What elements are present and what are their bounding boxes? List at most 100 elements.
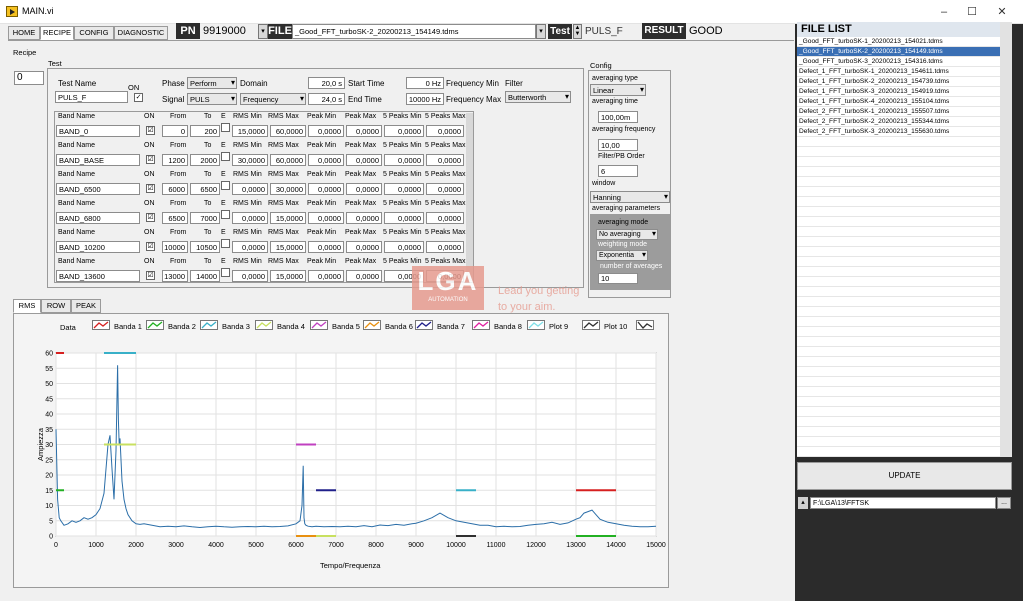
band-name-input[interactable]: BAND_0 [56,125,140,137]
file-dropdown-arrow[interactable]: ▾ [258,24,268,39]
file-list-item[interactable]: Defect_1_FFT_turboSK-1_20200213_154611.t… [797,67,1000,77]
file-list-empty-row[interactable] [797,307,1000,317]
band-peak-min-input[interactable]: 0,0000 [308,125,344,137]
minimize-button[interactable]: – [934,4,954,20]
tab-diagnostic[interactable]: DIAGNOSTIC [114,26,168,40]
file-list-empty-row[interactable] [797,387,1000,397]
band-e-checkbox[interactable] [221,210,230,219]
band-peaks-max-input[interactable]: 0,0000 [426,183,464,195]
filter-order-input[interactable]: 6 [598,165,638,177]
tab-config[interactable]: CONFIG [74,26,114,40]
band-on-checkbox[interactable]: ☑ [146,271,155,280]
band-rms-max-input[interactable]: 30,0000 [270,183,306,195]
band-to-input[interactable]: 6500 [190,183,220,195]
avg-type-dropdown[interactable]: Linear [590,84,646,96]
band-rms-min-input[interactable]: 0,0000 [232,212,268,224]
band-peaks-min-input[interactable]: 0,0000 [384,125,424,137]
band-on-checkbox[interactable]: ☑ [146,155,155,164]
file-list-empty-row[interactable] [797,247,1000,257]
file-list-empty-row[interactable] [797,367,1000,377]
file-list-empty-row[interactable] [797,437,1000,447]
band-e-checkbox[interactable] [221,239,230,248]
file-list-empty-row[interactable] [797,197,1000,207]
legend-swatch-10[interactable] [582,320,600,330]
filter-dropdown[interactable]: Butterworth [505,91,571,103]
file-list-scrollbar[interactable] [1000,22,1012,457]
legend-swatch-5[interactable] [310,320,328,330]
band-from-input[interactable]: 6000 [162,183,188,195]
file-list-empty-row[interactable] [797,267,1000,277]
band-peak-max-input[interactable]: 0,0000 [346,154,382,166]
band-peak-max-input[interactable]: 0,0000 [346,212,382,224]
tab-recipe[interactable]: RECIPE [40,26,74,40]
band-rms-max-input[interactable]: 60,0000 [270,125,306,137]
maximize-button[interactable]: ☐ [962,4,982,20]
band-on-checkbox[interactable]: ☑ [146,126,155,135]
file-list-item[interactable]: Defect_2_FFT_turboSK-1_20200213_155507.t… [797,107,1000,117]
band-to-input[interactable]: 2000 [190,154,220,166]
file-list-empty-row[interactable] [797,157,1000,167]
band-rms-max-input[interactable]: 15,0000 [270,212,306,224]
band-peak-min-input[interactable]: 0,0000 [308,270,344,282]
band-rms-max-input[interactable]: 15,0000 [270,241,306,253]
band-peaks-max-input[interactable]: 0,0000 [426,125,464,137]
path-input[interactable]: F:\LGA\13\FFTSK [810,497,996,509]
file-list-empty-row[interactable] [797,287,1000,297]
rms-chart[interactable]: 0 1000 2000 3000 4000 5000 6000 7000 8000 9000 100… [13,340,669,572]
band-rms-min-input[interactable]: 30,0000 [232,154,268,166]
file-list-empty-row[interactable] [797,177,1000,187]
avg-time-input[interactable]: 100,00m [598,111,638,123]
band-on-checkbox[interactable]: ☑ [146,213,155,222]
band-to-input[interactable]: 14000 [190,270,220,282]
legend-swatch-2[interactable] [146,320,164,330]
file-list-empty-row[interactable] [797,447,1000,457]
time-value-1[interactable]: 20,0 s [308,77,345,89]
band-to-input[interactable]: 10500 [190,241,220,253]
legend-swatch-6[interactable] [363,320,381,330]
file-list-item[interactable]: _Good_FFT_turboSK-3_20200213_154316.tdms [797,57,1000,67]
legend-swatch-1[interactable] [92,320,110,330]
update-button[interactable]: UPDATE [797,462,1012,490]
file-list-empty-row[interactable] [797,427,1000,437]
band-e-checkbox[interactable] [221,123,230,132]
file-list-empty-row[interactable] [797,347,1000,357]
path-browse-button[interactable]: ... [997,497,1011,509]
band-rms-min-input[interactable]: 15,0000 [232,125,268,137]
file-list-item[interactable]: Defect_1_FFT_turboSK-4_20200213_155104.t… [797,97,1000,107]
band-on-checkbox[interactable]: ☑ [146,184,155,193]
band-on-checkbox[interactable]: ☑ [146,242,155,251]
num-avg-input[interactable]: 10 [598,273,638,284]
test-name-input[interactable]: PULS_F [55,91,128,103]
band-from-input[interactable]: 1200 [162,154,188,166]
file-list-empty-row[interactable] [797,377,1000,387]
file-list-empty-row[interactable] [797,187,1000,197]
band-from-input[interactable]: 6500 [162,212,188,224]
band-peak-min-input[interactable]: 0,0000 [308,212,344,224]
file-list[interactable]: _Good_FFT_turboSK-1_20200213_154021.tdms… [797,37,1000,457]
signal-dropdown[interactable]: PULS [187,93,237,105]
band-peak-max-input[interactable]: 0,0000 [346,270,382,282]
file-list-empty-row[interactable] [797,407,1000,417]
file-list-empty-row[interactable] [797,217,1000,227]
band-peak-max-input[interactable]: 0,0000 [346,183,382,195]
band-peaks-min-input[interactable]: 0,0000 [384,154,424,166]
file-list-item[interactable]: _Good_FFT_turboSK-1_20200213_154021.tdms [797,37,1000,47]
legend-swatch-8[interactable] [472,320,490,330]
file-list-empty-row[interactable] [797,357,1000,367]
domain-dropdown[interactable]: Frequency [240,93,306,105]
legend-swatch-11[interactable] [636,320,654,330]
test-stepper[interactable]: ▲ ▼ [573,24,582,39]
avg-mode-dropdown[interactable]: No averaging [596,229,658,240]
band-e-checkbox[interactable] [221,268,230,277]
band-name-input[interactable]: BAND_10200 [56,241,140,253]
band-e-checkbox[interactable] [221,181,230,190]
window-dropdown[interactable]: Hanning [590,191,670,203]
tab-row[interactable]: ROW [41,299,71,313]
file-list-empty-row[interactable] [797,257,1000,267]
band-to-input[interactable]: 200 [190,125,220,137]
tab-rms[interactable]: RMS [13,299,41,313]
band-name-input[interactable]: BAND_BASE [56,154,140,166]
band-peaks-max-input[interactable]: 0,0000 [426,241,464,253]
tab-peak[interactable]: PEAK [71,299,101,313]
file-list-empty-row[interactable] [797,337,1000,347]
